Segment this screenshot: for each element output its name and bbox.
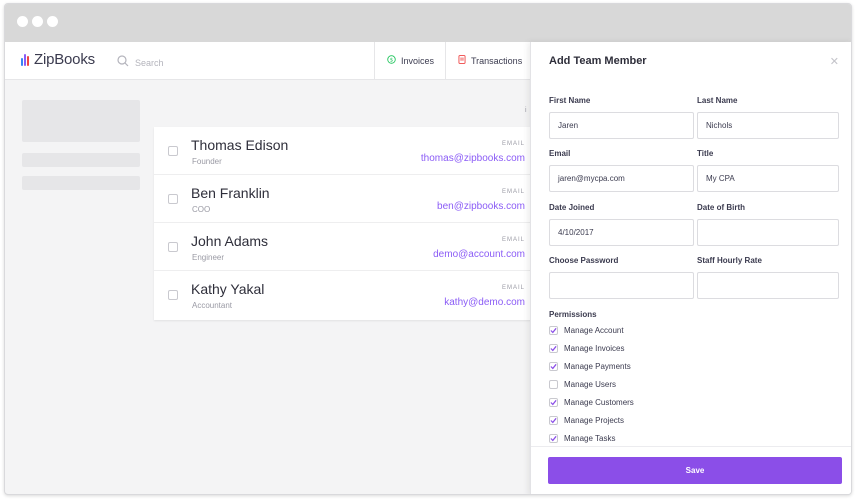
list-item[interactable]: Kathy Yakal Accountant EMAIL kathy@demo.… — [154, 271, 534, 319]
check-icon — [550, 345, 557, 352]
last-name-label: Last Name — [697, 96, 738, 105]
team-member-list: Thomas Edison Founder EMAIL thomas@zipbo… — [154, 127, 534, 320]
list-item[interactable]: Ben Franklin COO EMAIL ben@zipbooks.com — [154, 175, 534, 223]
add-team-member-panel: Add Team Member ✕ First Name Last Name J… — [530, 42, 851, 494]
email-label: EMAIL — [501, 285, 525, 291]
search-placeholder: Search — [135, 58, 164, 68]
hourly-rate-label: Staff Hourly Rate — [697, 256, 762, 265]
permission-label: Manage Invoices — [564, 344, 625, 353]
permission-manage-tasks[interactable]: Manage Tasks — [549, 434, 615, 443]
date-joined-label: Date Joined — [549, 203, 595, 212]
row-checkbox[interactable] — [168, 242, 178, 252]
member-name[interactable]: Thomas Edison — [191, 137, 288, 153]
last-name-field[interactable]: Nichols — [697, 112, 839, 139]
dollar-circle-icon: $ — [387, 55, 396, 66]
title-field[interactable]: My CPA — [697, 165, 839, 192]
check-icon — [550, 435, 557, 442]
permission-label: Manage Account — [564, 326, 624, 335]
window-titlebar — [5, 4, 851, 42]
email-field-label: Email — [549, 149, 571, 158]
skeleton-block — [22, 100, 140, 142]
member-name[interactable]: Ben Franklin — [191, 185, 270, 201]
date-of-birth-label: Date of Birth — [697, 203, 745, 212]
list-item[interactable]: John Adams Engineer EMAIL demo@account.c… — [154, 223, 534, 271]
member-role: COO — [192, 205, 211, 214]
checkbox[interactable] — [549, 398, 558, 407]
permission-label: Manage Customers — [564, 398, 634, 407]
hourly-rate-field[interactable] — [697, 272, 839, 299]
member-role: Founder — [192, 157, 222, 166]
permission-manage-invoices[interactable]: Manage Invoices — [549, 344, 624, 353]
check-icon — [550, 417, 557, 424]
member-name[interactable]: John Adams — [191, 233, 268, 249]
logo-bars-icon — [21, 53, 30, 66]
permission-label: Manage Users — [564, 380, 617, 389]
permission-label: Manage Payments — [564, 362, 631, 371]
member-name[interactable]: Kathy Yakal — [191, 281, 264, 297]
skeleton-line — [22, 176, 140, 190]
date-of-birth-field[interactable] — [697, 219, 839, 246]
first-name-label: First Name — [549, 96, 591, 105]
member-email-link[interactable]: ben@zipbooks.com — [437, 201, 525, 212]
check-icon — [550, 399, 557, 406]
checkbox[interactable] — [549, 380, 558, 389]
email-label: EMAIL — [501, 189, 525, 195]
window-minimize-dot[interactable] — [32, 16, 43, 27]
nav-transactions[interactable]: Transactions — [445, 42, 535, 79]
permission-manage-projects[interactable]: Manage Projects — [549, 416, 624, 425]
permissions-label: Permissions — [549, 310, 597, 319]
member-role: Engineer — [192, 253, 225, 262]
checkbox[interactable] — [549, 326, 558, 335]
close-icon[interactable]: ✕ — [830, 55, 839, 68]
email-label: EMAIL — [501, 237, 525, 243]
nav-invoices[interactable]: $ Invoices — [374, 42, 445, 79]
checkbox[interactable] — [549, 344, 558, 353]
svg-text:$: $ — [390, 58, 393, 64]
member-email-link[interactable]: kathy@demo.com — [444, 297, 525, 308]
permission-manage-payments[interactable]: Manage Payments — [549, 362, 631, 371]
permission-label: Manage Projects — [564, 416, 625, 425]
zipbooks-logo[interactable]: ZipBooks — [21, 51, 95, 68]
nav-transactions-label: Transactions — [471, 55, 523, 66]
column-header-stub: i — [525, 107, 527, 114]
search-icon — [117, 54, 129, 72]
checkbox[interactable] — [549, 362, 558, 371]
window-close-dot[interactable] — [17, 16, 28, 27]
checkbox[interactable] — [549, 416, 558, 425]
password-label: Choose Password — [549, 256, 619, 265]
member-email-link[interactable]: thomas@zipbooks.com — [421, 153, 525, 164]
permission-manage-account[interactable]: Manage Account — [549, 326, 624, 335]
title-field-label: Title — [697, 149, 714, 158]
date-joined-field[interactable]: 4/10/2017 — [549, 219, 694, 246]
receipt-icon — [458, 55, 466, 66]
row-checkbox[interactable] — [168, 194, 178, 204]
permission-label: Manage Tasks — [564, 434, 616, 443]
email-label: EMAIL — [501, 141, 525, 147]
nav-invoices-label: Invoices — [401, 55, 435, 66]
member-email-link[interactable]: demo@account.com — [433, 249, 525, 260]
logo-text: ZipBooks — [34, 51, 95, 68]
panel-footer: Save — [531, 446, 851, 494]
search-box[interactable]: Search — [117, 54, 164, 72]
first-name-field[interactable]: Jaren — [549, 112, 694, 139]
checkbox[interactable] — [549, 434, 558, 443]
list-item[interactable]: Thomas Edison Founder EMAIL thomas@zipbo… — [154, 127, 534, 175]
check-icon — [550, 327, 557, 334]
permission-manage-customers[interactable]: Manage Customers — [549, 398, 634, 407]
password-field[interactable] — [549, 272, 694, 299]
panel-title: Add Team Member — [549, 55, 647, 67]
check-icon — [550, 363, 557, 370]
window-maximize-dot[interactable] — [47, 16, 58, 27]
row-checkbox[interactable] — [168, 146, 178, 156]
skeleton-line — [22, 153, 140, 167]
member-role: Accountant — [192, 301, 233, 310]
email-field[interactable]: jaren@mycpa.com — [549, 165, 694, 192]
browser-window: ZipBooks Search $ Invoices Transactions … — [4, 3, 852, 495]
save-button[interactable]: Save — [548, 457, 842, 484]
permission-manage-users[interactable]: Manage Users — [549, 380, 616, 389]
row-checkbox[interactable] — [168, 290, 178, 300]
